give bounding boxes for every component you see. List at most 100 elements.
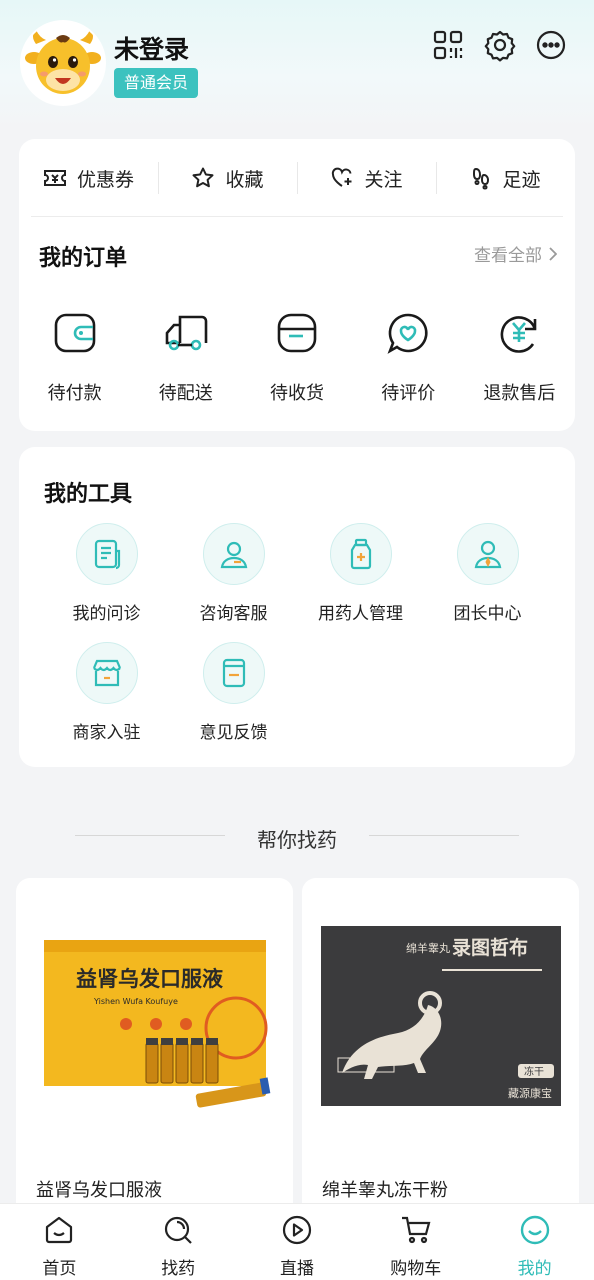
tab-label: 找药 — [161, 1259, 196, 1279]
box-title: 益肾乌发口服液 — [76, 967, 223, 991]
product-name: 绵羊睾丸冻干粉 — [322, 1180, 448, 1201]
tool-feedback[interactable]: 意见反馈 — [170, 642, 297, 743]
order-pending-payment[interactable]: 待付款 — [19, 309, 130, 405]
product-name: 益肾乌发口服液 — [36, 1180, 162, 1201]
package-icon — [277, 313, 317, 353]
heart-plus-icon — [332, 167, 352, 187]
member-badge: 普通会员 — [114, 68, 199, 98]
username[interactable]: 未登录 — [114, 30, 189, 66]
avatar[interactable] — [22, 22, 104, 104]
order-pending-review[interactable]: 待评价 — [353, 309, 464, 405]
order-label: 退款售后 — [483, 383, 556, 404]
footprint-icon — [473, 167, 490, 190]
tools-grid: 我的问诊 咨询客服 用药人管理 团长中心 商家入驻 意见反馈 — [43, 523, 551, 743]
wallet-icon — [54, 313, 95, 353]
tool-icon-circle — [202, 523, 265, 585]
box-title: 录图哲布 — [452, 936, 528, 959]
tool-icon-circle — [75, 523, 138, 585]
box-brand: 藏源康宝 — [508, 1086, 552, 1100]
divider-line — [369, 835, 519, 836]
tool-label: 我的问诊 — [72, 604, 141, 624]
tool-label: 用药人管理 — [318, 604, 403, 624]
orders-title: 我的订单 — [39, 246, 128, 271]
divider — [31, 216, 563, 217]
bottom-tab-bar: 首页 找药 直播 购物车 我的 — [0, 1204, 594, 1280]
refund-icon — [501, 316, 537, 353]
tab-live[interactable]: 直播 — [238, 1204, 357, 1280]
customer-service-icon — [220, 541, 247, 569]
tool-merchant-join[interactable]: 商家入驻 — [43, 642, 170, 743]
quick-links: 优惠券 收藏 关注 足迹 — [19, 139, 575, 217]
cart-icon — [401, 1216, 431, 1244]
feedback-icon — [222, 658, 245, 688]
tool-leader-center[interactable]: 团长中心 — [424, 523, 551, 624]
product-image: 绵羊睾丸 录图哲布 冻干 藏源康宝 — [321, 926, 561, 1106]
coupon-link[interactable]: 优惠券 — [19, 165, 158, 192]
order-label: 待付款 — [47, 383, 102, 404]
box-tag: 冻干 — [524, 1065, 544, 1078]
product-card[interactable]: 益肾乌发口服液 Yishen Wufa Koufuye 益肾乌发口服液 — [16, 878, 293, 1218]
tool-icon-circle — [202, 642, 265, 704]
coupon-label: 优惠券 — [76, 168, 134, 191]
truck-icon — [165, 315, 208, 351]
tool-medicine-user[interactable]: 用药人管理 — [297, 523, 424, 624]
tool-label: 意见反馈 — [199, 723, 268, 743]
tools-card: 我的工具 我的问诊 咨询客服 用药人管理 团长中心 商家入驻 意见反馈 — [19, 447, 575, 767]
tool-customer-service[interactable]: 咨询客服 — [170, 523, 297, 624]
order-label: 待收货 — [270, 383, 324, 404]
order-label: 待配送 — [158, 383, 213, 404]
cow-avatar-icon — [22, 22, 104, 104]
product-card[interactable]: 绵羊睾丸 录图哲布 冻干 藏源康宝 绵羊睾丸冻干粉 — [302, 878, 579, 1218]
footprint-label: 足迹 — [502, 168, 541, 191]
home-icon — [46, 1216, 73, 1244]
star-icon — [192, 167, 214, 188]
follow-link[interactable]: 关注 — [297, 162, 436, 194]
settings-icon[interactable] — [483, 28, 517, 62]
tool-label: 团长中心 — [453, 604, 522, 624]
tab-label: 购物车 — [390, 1259, 442, 1279]
qr-code-icon[interactable] — [431, 28, 465, 62]
tool-icon-circle — [75, 642, 138, 704]
order-status-row: 待付款 待配送 待收货 待评价 退款售后 — [19, 309, 575, 405]
store-icon — [92, 659, 121, 687]
order-label: 待评价 — [381, 383, 436, 404]
find-medicine-title: 帮你找药 — [257, 828, 337, 852]
tool-icon-circle — [329, 523, 392, 585]
favorites-link[interactable]: 收藏 — [158, 162, 297, 194]
box-subtitle: Yishen Wufa Koufuye — [93, 997, 178, 1006]
tool-icon-circle — [456, 523, 519, 585]
order-refund[interactable]: 退款售后 — [464, 309, 575, 405]
tab-home[interactable]: 首页 — [0, 1204, 119, 1280]
tab-find-medicine[interactable]: 找药 — [119, 1204, 238, 1280]
tool-consultation[interactable]: 我的问诊 — [43, 523, 170, 624]
footprint-link[interactable]: 足迹 — [436, 162, 575, 194]
tab-label: 直播 — [279, 1259, 314, 1279]
tool-label: 商家入驻 — [72, 723, 141, 743]
view-all-label: 查看全部 — [474, 246, 542, 266]
profile-smile-icon — [520, 1215, 549, 1245]
tab-cart[interactable]: 购物车 — [356, 1204, 475, 1280]
more-icon[interactable] — [534, 28, 568, 62]
consultation-icon — [94, 539, 120, 570]
review-icon — [387, 313, 428, 354]
tools-title: 我的工具 — [44, 482, 133, 507]
profile-header: 未登录 普通会员 — [0, 0, 594, 130]
play-icon — [282, 1215, 312, 1245]
tab-label: 我的 — [517, 1259, 552, 1279]
box-prefix: 绵羊睾丸 — [406, 941, 450, 955]
orders-card: 优惠券 收藏 关注 足迹 我的订单 查看全部 待付款 待配送 待收货 待评价 退… — [19, 139, 575, 431]
leader-icon — [474, 540, 501, 569]
ticket-icon — [43, 170, 66, 186]
search-icon — [165, 1216, 192, 1244]
view-all-orders-link[interactable]: 查看全部 — [474, 241, 557, 266]
favorites-label: 收藏 — [225, 168, 264, 191]
product-image: 益肾乌发口服液 Yishen Wufa Koufuye — [44, 940, 271, 1108]
order-pending-receipt[interactable]: 待收货 — [241, 309, 352, 405]
tab-mine[interactable]: 我的 — [475, 1204, 594, 1280]
tab-label: 首页 — [42, 1259, 77, 1279]
medicine-bottle-icon — [350, 538, 371, 570]
tool-label: 咨询客服 — [199, 604, 268, 624]
order-pending-delivery[interactable]: 待配送 — [130, 309, 241, 405]
follow-label: 关注 — [364, 168, 403, 191]
chevron-right-icon — [549, 246, 557, 261]
